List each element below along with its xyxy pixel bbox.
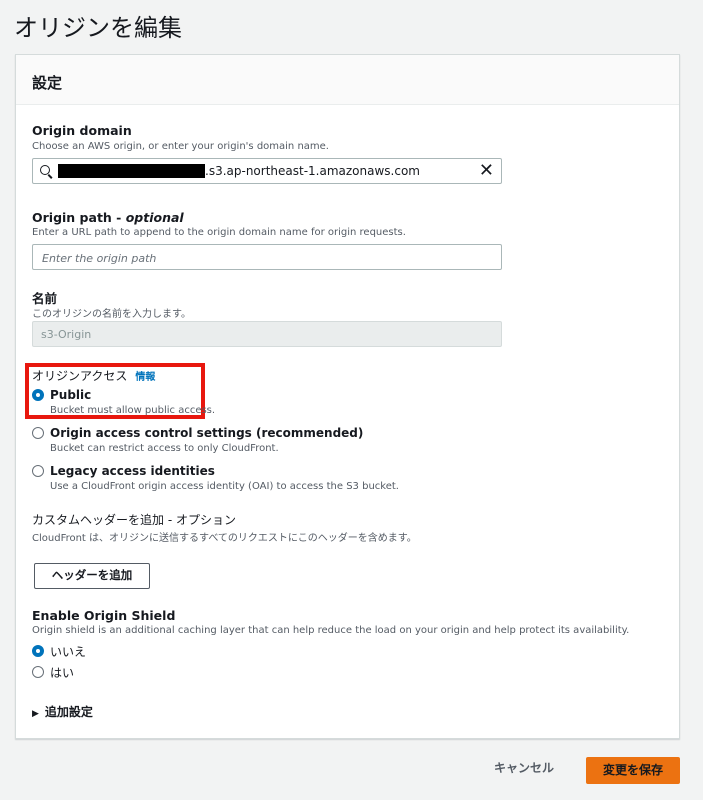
- cancel-button[interactable]: キャンセル: [494, 759, 554, 776]
- radio-shield-yes-label[interactable]: はい: [50, 664, 74, 681]
- add-header-button[interactable]: ヘッダーを追加: [34, 563, 150, 589]
- radio-shield-no[interactable]: [32, 645, 44, 657]
- search-icon: [40, 165, 50, 175]
- radio-legacy-description: Use a CloudFront origin access identity …: [50, 481, 399, 492]
- radio-shield-yes[interactable]: [32, 666, 44, 678]
- page-title: オリジンを編集: [14, 14, 182, 42]
- origin-path-label: Origin path - optional: [32, 210, 184, 225]
- origin-shield-label: Enable Origin Shield: [32, 608, 176, 623]
- optional-tag: optional: [125, 210, 184, 225]
- origin-path-field[interactable]: [32, 244, 502, 270]
- radio-public[interactable]: [32, 389, 44, 401]
- origin-path-description: Enter a URL path to append to the origin…: [32, 227, 406, 238]
- origin-name-input: s3-Origin: [32, 321, 502, 347]
- origin-shield-description: Origin shield is an additional caching l…: [32, 625, 630, 636]
- origin-path-input[interactable]: [40, 246, 484, 270]
- radio-legacy-label[interactable]: Legacy access identities: [50, 464, 215, 478]
- settings-panel: 設定 Origin domain Choose an AWS origin, o…: [15, 54, 680, 739]
- custom-headers-label: カスタムヘッダーを追加 - オプション: [32, 513, 236, 527]
- close-icon[interactable]: ✕: [479, 161, 494, 181]
- radio-public-label[interactable]: Public: [50, 388, 91, 402]
- additional-settings-label: 追加設定: [44, 705, 93, 719]
- redacted-text: [58, 164, 205, 178]
- radio-public-description: Bucket must allow public access.: [50, 405, 216, 416]
- panel-title: 設定: [32, 74, 63, 92]
- caret-right-icon: ▶: [32, 709, 39, 719]
- custom-headers-description: CloudFront は、オリジンに送信するすべてのリクエストにこのヘッダーを含…: [32, 533, 417, 544]
- radio-legacy[interactable]: [32, 465, 44, 477]
- radio-shield-no-label[interactable]: いいえ: [50, 643, 86, 660]
- origin-domain-value: .s3.ap-northeast-1.amazonaws.com: [205, 164, 420, 178]
- panel-header: 設定: [16, 55, 679, 105]
- origin-domain-input[interactable]: .s3.ap-northeast-1.amazonaws.com ✕: [32, 158, 502, 184]
- save-button[interactable]: 変更を保存: [586, 757, 680, 784]
- origin-domain-description: Choose an AWS origin, or enter your orig…: [32, 141, 329, 152]
- origin-access-label: オリジンアクセス 情報: [32, 369, 156, 383]
- origin-name-value: s3-Origin: [41, 328, 92, 341]
- origin-name-description: このオリジンの名前を入力します。: [32, 309, 191, 320]
- info-link[interactable]: 情報: [135, 372, 155, 383]
- radio-oac[interactable]: [32, 427, 44, 439]
- radio-oac-description: Bucket can restrict access to only Cloud…: [50, 443, 279, 454]
- origin-domain-label: Origin domain: [32, 123, 132, 138]
- additional-settings-toggle[interactable]: ▶ 追加設定: [32, 703, 93, 720]
- radio-oac-label[interactable]: Origin access control settings (recommen…: [50, 426, 363, 440]
